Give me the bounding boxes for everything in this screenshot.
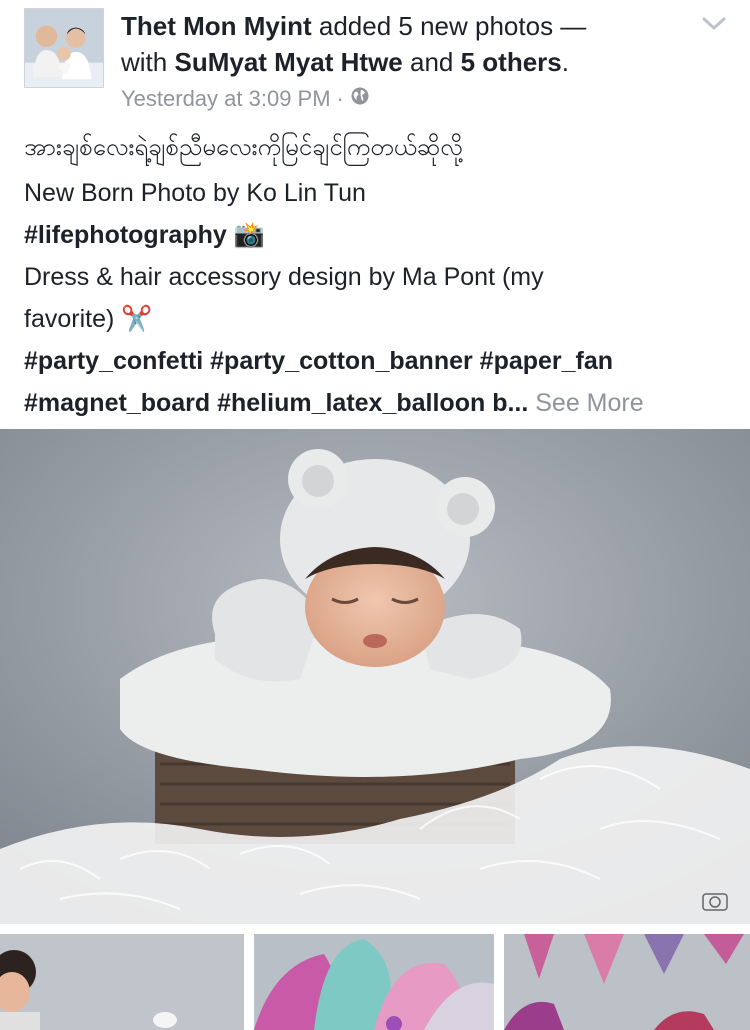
chevron-down-icon[interactable] <box>700 14 728 34</box>
caption-hashtags-2: #magnet_board #helium_latex_balloon b...… <box>24 382 724 424</box>
caption-hashtag-line: #lifephotography 📸 <box>24 214 724 256</box>
author-name[interactable]: Thet Mon Myint <box>121 11 312 41</box>
thumbnail-3-image <box>504 934 750 1030</box>
thumbnail-2[interactable] <box>254 934 494 1030</box>
post-headline: Thet Mon Myint added 5 new photos — with… <box>121 8 681 80</box>
main-photo[interactable] <box>0 429 750 924</box>
tagged-person[interactable]: SuMyat Myat Htwe <box>174 47 402 77</box>
thumbnail-1-image <box>0 934 244 1030</box>
avatar-image <box>25 9 103 87</box>
caption-photo-credit: New Born Photo by Ko Lin Tun <box>24 179 366 207</box>
thumbnail-2-image <box>254 934 494 1030</box>
newborn-photo-image <box>0 429 750 924</box>
globe-icon[interactable] <box>350 84 370 114</box>
others-link[interactable]: 5 others <box>461 47 562 77</box>
scissors-icon: ✂️ <box>121 304 153 333</box>
hashtag-lifephotography[interactable]: #lifephotography <box>24 221 227 249</box>
thumbnail-1[interactable] <box>0 934 244 1030</box>
post-action: added 5 new photos — <box>318 11 587 41</box>
caption-hashtags-1[interactable]: #party_confetti #party_cotton_banner #pa… <box>24 340 724 382</box>
post-caption: အားချစ်လေးရဲ့ချစ်ညီမလေးကိုမြင်ချင်ကြတယ်ဆ… <box>24 124 724 424</box>
and-word: and <box>409 47 454 77</box>
post-header: Thet Mon Myint added 5 new photos — with… <box>0 0 750 120</box>
timestamp[interactable]: Yesterday at 3:09 PM <box>121 84 331 114</box>
caption-burmese-line: အားချစ်လေးရဲ့ချစ်ညီမလေးကိုမြင်ချင်ကြတယ်ဆ… <box>24 134 463 161</box>
thumbnail-3[interactable] <box>504 934 750 1030</box>
photo-thumbnails <box>0 934 750 1030</box>
see-more-link[interactable]: See More <box>535 389 643 417</box>
camera-icon: 📸 <box>233 220 265 249</box>
caption-dress-credit: Dress & hair accessory design by Ma Pont… <box>24 263 544 291</box>
post-meta: Yesterday at 3:09 PM · <box>121 84 370 114</box>
period: . <box>561 47 569 77</box>
hashtags-2-text[interactable]: #magnet_board #helium_latex_balloon b... <box>24 389 528 417</box>
meta-separator: · <box>336 86 344 111</box>
with-prefix: with <box>121 47 168 77</box>
caption-favorite-line: favorite) ✂️ <box>24 298 724 340</box>
caption-favorite: favorite) <box>24 305 115 333</box>
author-avatar[interactable] <box>24 8 104 88</box>
